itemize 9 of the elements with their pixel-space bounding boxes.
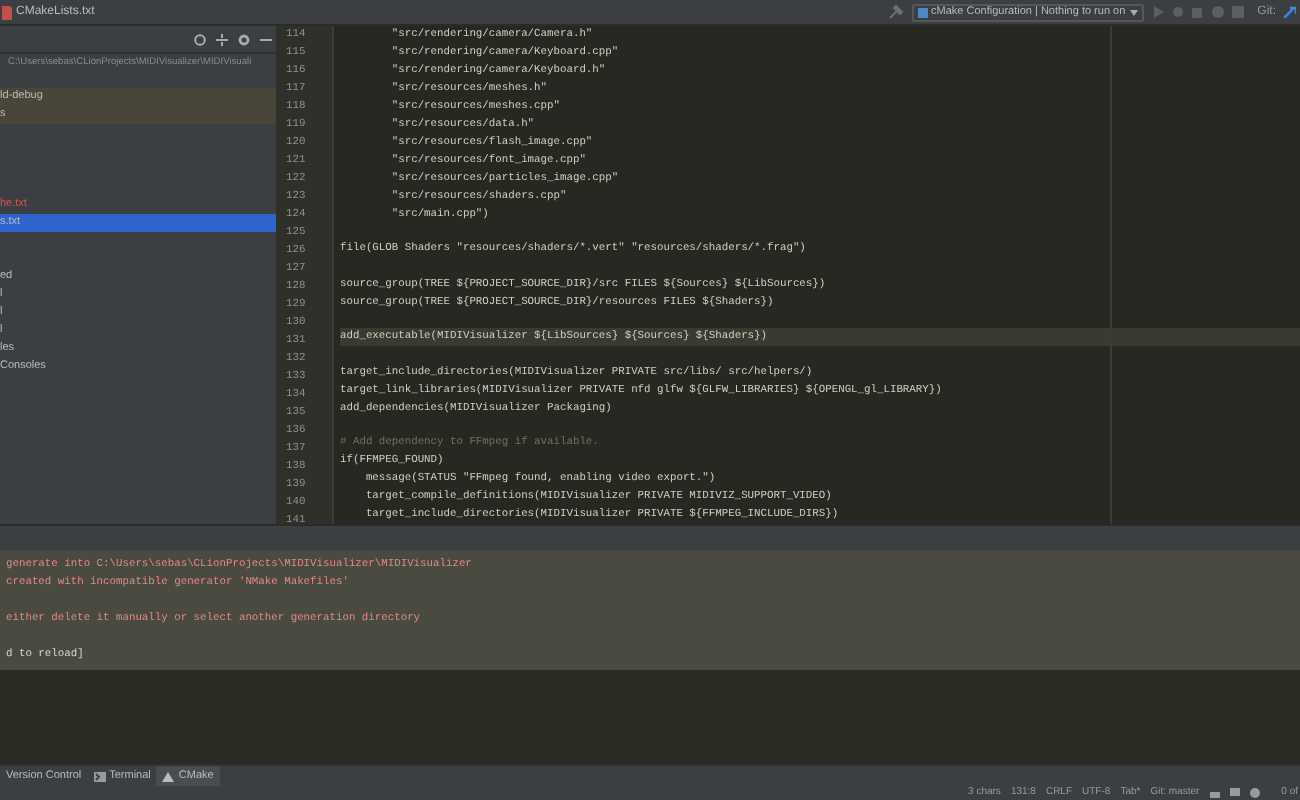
warning-icon bbox=[162, 771, 175, 781]
dropdown-arrow-icon bbox=[1129, 9, 1138, 15]
minimize-icon[interactable] bbox=[260, 33, 272, 45]
terminal-icon bbox=[93, 771, 106, 781]
cmake-file-icon bbox=[2, 5, 12, 19]
collapse-icon[interactable] bbox=[216, 33, 228, 45]
update-project-icon[interactable] bbox=[1284, 6, 1296, 18]
hammer-icon[interactable] bbox=[887, 4, 904, 20]
cmake-icon bbox=[917, 7, 928, 17]
